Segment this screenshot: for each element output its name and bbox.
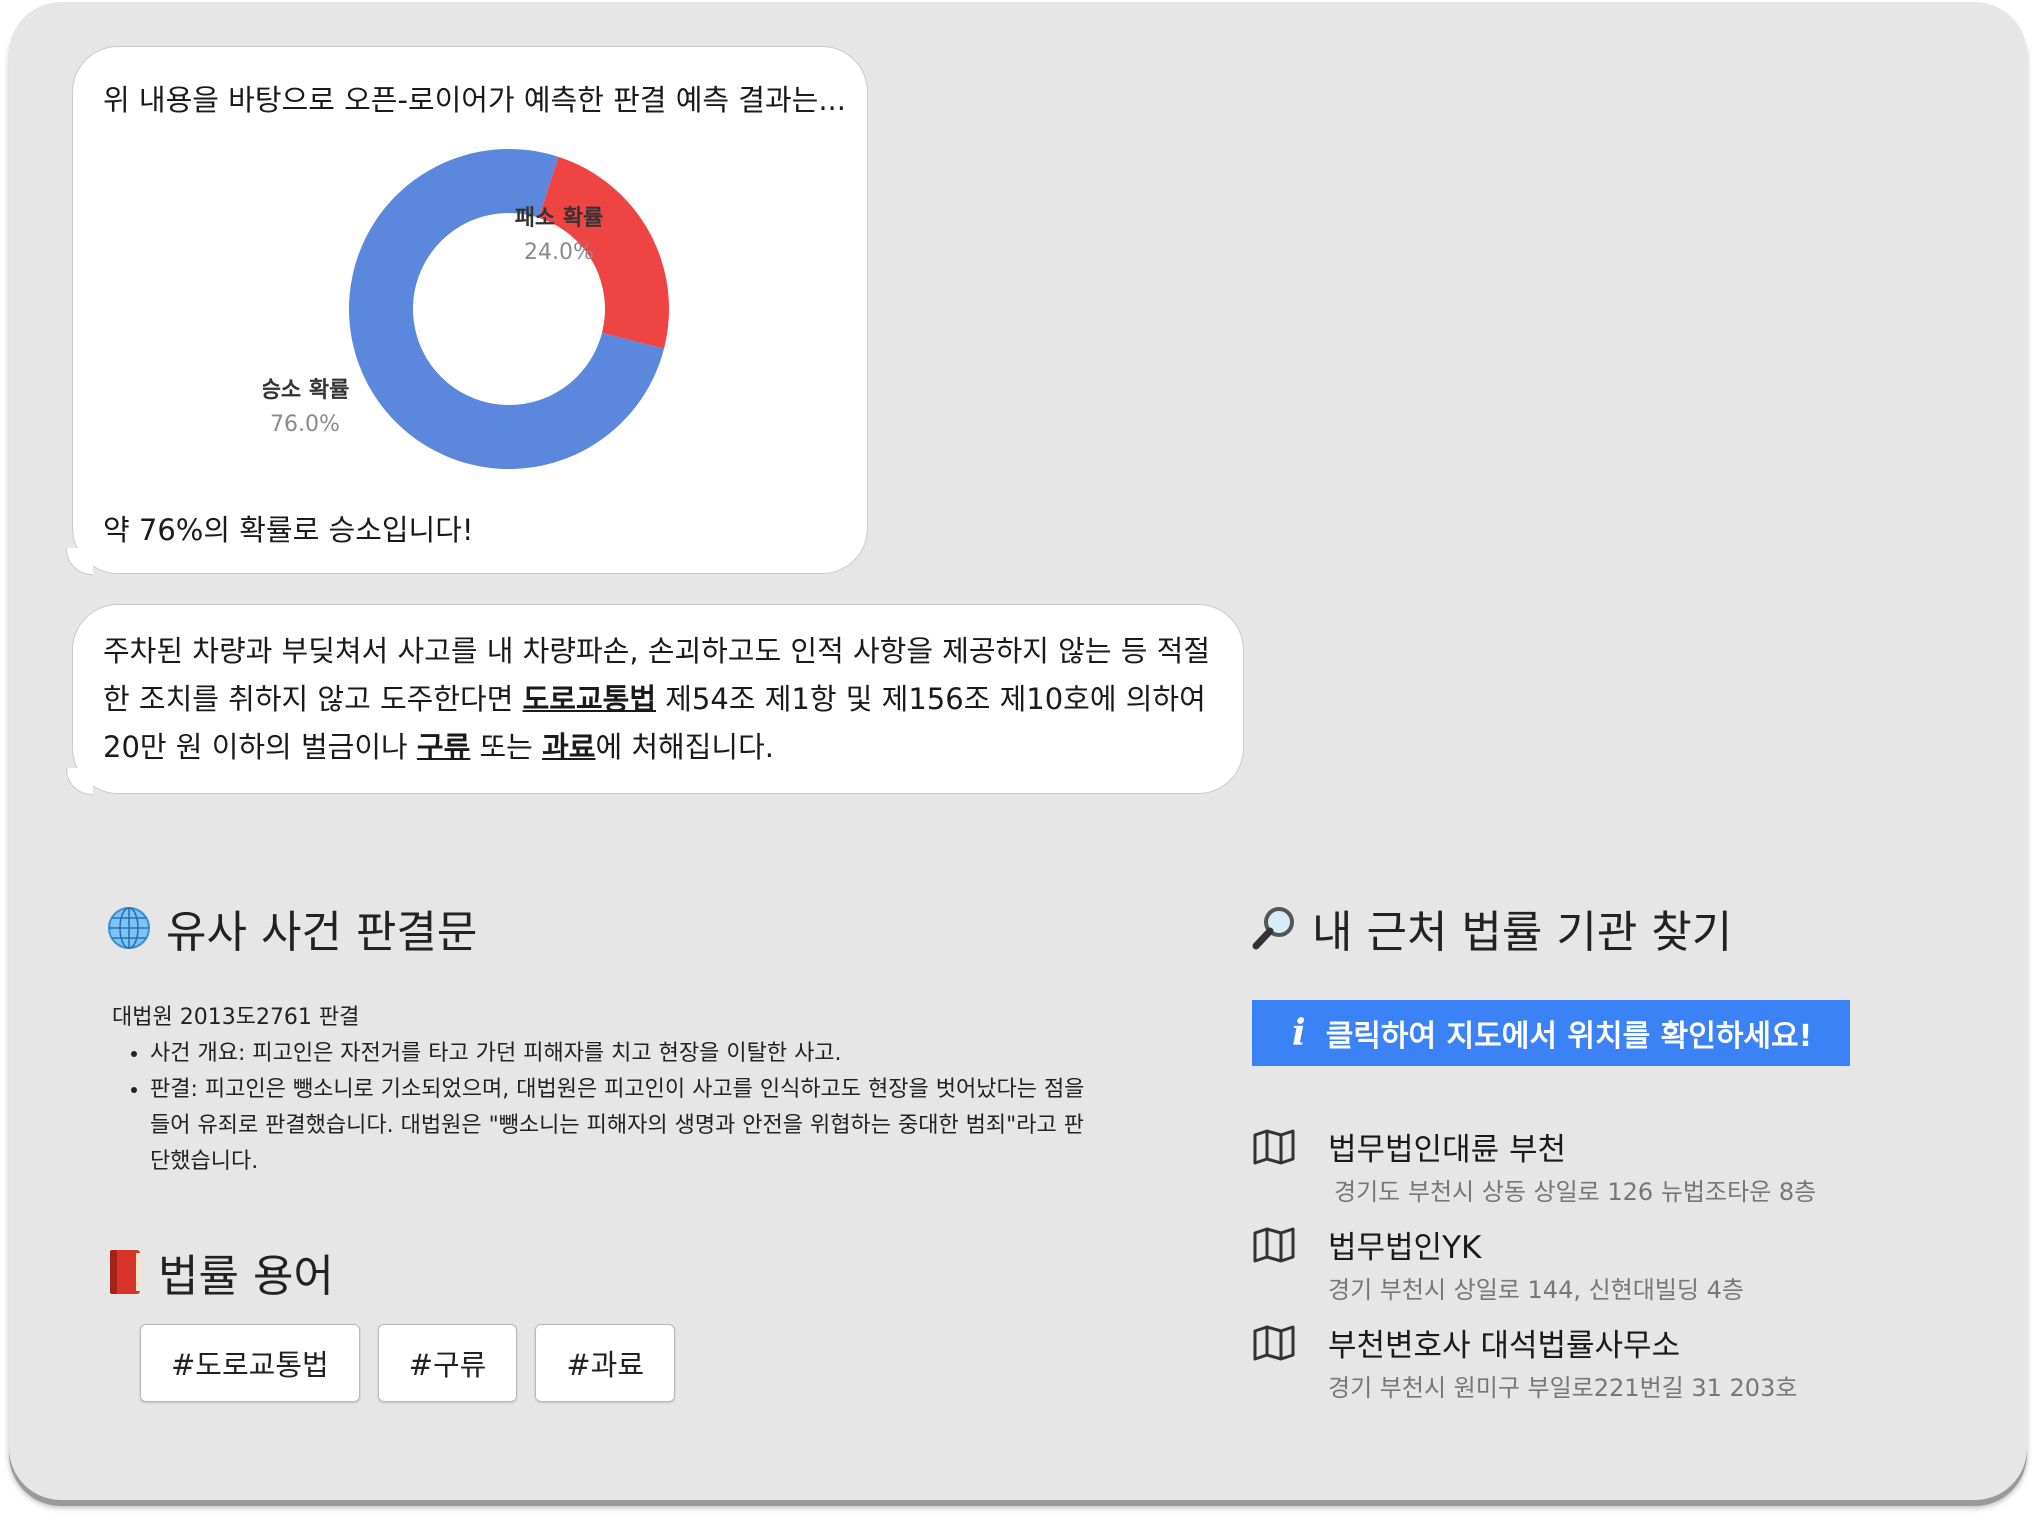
- nearby-title: 내 근처 법률 기관 찾기: [1250, 896, 1732, 960]
- place-item[interactable]: 법무법인YK 경기 부천시 상일로 144, 신현대빌딩 4층: [1252, 1222, 1872, 1304]
- prediction-result: 약 76%의 확률로 승소입니다!: [103, 513, 474, 547]
- legal-terms-title: 법률 용어: [106, 1240, 334, 1304]
- term-tags: #도로교통법 #구류 #과료: [140, 1324, 676, 1402]
- open-map-button[interactable]: i 클릭하여 지도에서 위치를 확인하세요!: [1252, 1000, 1850, 1066]
- tag-fine[interactable]: #과료: [535, 1324, 676, 1402]
- case-name: 대법원 2013도2761 판결: [112, 1005, 360, 1030]
- map-icon: [1253, 1227, 1295, 1263]
- place-item[interactable]: 법무법인대륜 부천 경기도 부천시 상동 상일로 126 뉴법조타운 8층: [1252, 1124, 1872, 1206]
- place-name: 부천변호사 대석법률사무소: [1328, 1328, 1681, 1364]
- prediction-donut-chart: 패소 확률 24.0% 승소 확률 76.0%: [263, 149, 669, 469]
- globe-icon: [108, 907, 150, 949]
- nearby-heading: 내 근처 법률 기관 찾기: [1312, 907, 1733, 958]
- place-name: 법무법인YK: [1328, 1230, 1482, 1266]
- map-icon: [1253, 1325, 1295, 1361]
- law-paragraph: 주차된 차량과 부딪쳐서 사고를 내 차량파손, 손괴하고도 인적 사항을 제공…: [103, 627, 1223, 771]
- legal-terms-heading: 법률 용어: [158, 1251, 334, 1302]
- term-link-road-traffic[interactable]: 도로교통법: [523, 682, 656, 716]
- term-link-fine[interactable]: 과료: [542, 730, 595, 764]
- law-text: 에 처해집니다.: [595, 730, 774, 764]
- case-detail-item: 사건 개요: 피고인은 자전거를 타고 가던 피해자를 치고 현장을 이탈한 사…: [150, 1036, 1072, 1072]
- place-address: 경기 부천시 원미구 부일로221번길 31 203호: [1328, 1374, 1798, 1402]
- prediction-intro: 위 내용을 바탕으로 오픈-로이어가 예측한 판결 예측 결과는...: [103, 83, 846, 117]
- map-icon: [1253, 1129, 1295, 1165]
- prediction-bubble: 위 내용을 바탕으로 오픈-로이어가 예측한 판결 예측 결과는... 패소 확…: [72, 46, 868, 574]
- info-icon: i: [1292, 1012, 1306, 1054]
- case-detail-item: 판결: 피고인은 뺑소니로 기소되었으며, 대법원은 피고인이 사고를 인식하고…: [150, 1072, 1090, 1180]
- donut-label-win: 승소 확률: [263, 378, 349, 403]
- tag-road-traffic-act[interactable]: #도로교통법: [140, 1324, 360, 1402]
- donut-value-win: 76.0%: [270, 412, 340, 437]
- law-bubble: 주차된 차량과 부딪쳐서 사고를 내 차량파손, 손괴하고도 인적 사항을 제공…: [72, 604, 1244, 794]
- donut-value-loss: 24.0%: [524, 240, 594, 265]
- place-address: 경기도 부천시 상동 상일로 126 뉴법조타운 8층: [1334, 1178, 1817, 1206]
- place-name: 법무법인대륜 부천: [1328, 1132, 1567, 1168]
- magnifier-icon: [1252, 907, 1294, 950]
- law-text: 또는: [470, 730, 543, 764]
- term-link-detention[interactable]: 구류: [417, 730, 470, 764]
- place-address: 경기 부천시 상일로 144, 신현대빌딩 4층: [1328, 1276, 1744, 1304]
- open-map-label: 클릭하여 지도에서 위치를 확인하세요!: [1325, 1019, 1813, 1054]
- donut-label-loss: 패소 확률: [515, 206, 604, 231]
- case-summary: 대법원 2013도2761 판결 사건 개요: 피고인은 자전거를 타고 가던 …: [112, 1000, 1084, 1180]
- similar-cases-heading: 유사 사건 판결문: [166, 907, 478, 958]
- tag-detention[interactable]: #구류: [377, 1324, 518, 1402]
- place-item[interactable]: 부천변호사 대석법률사무소 경기 부천시 원미구 부일로221번길 31 203…: [1252, 1320, 1872, 1402]
- similar-cases-title: 유사 사건 판결문: [106, 896, 477, 960]
- book-icon: [110, 1250, 141, 1294]
